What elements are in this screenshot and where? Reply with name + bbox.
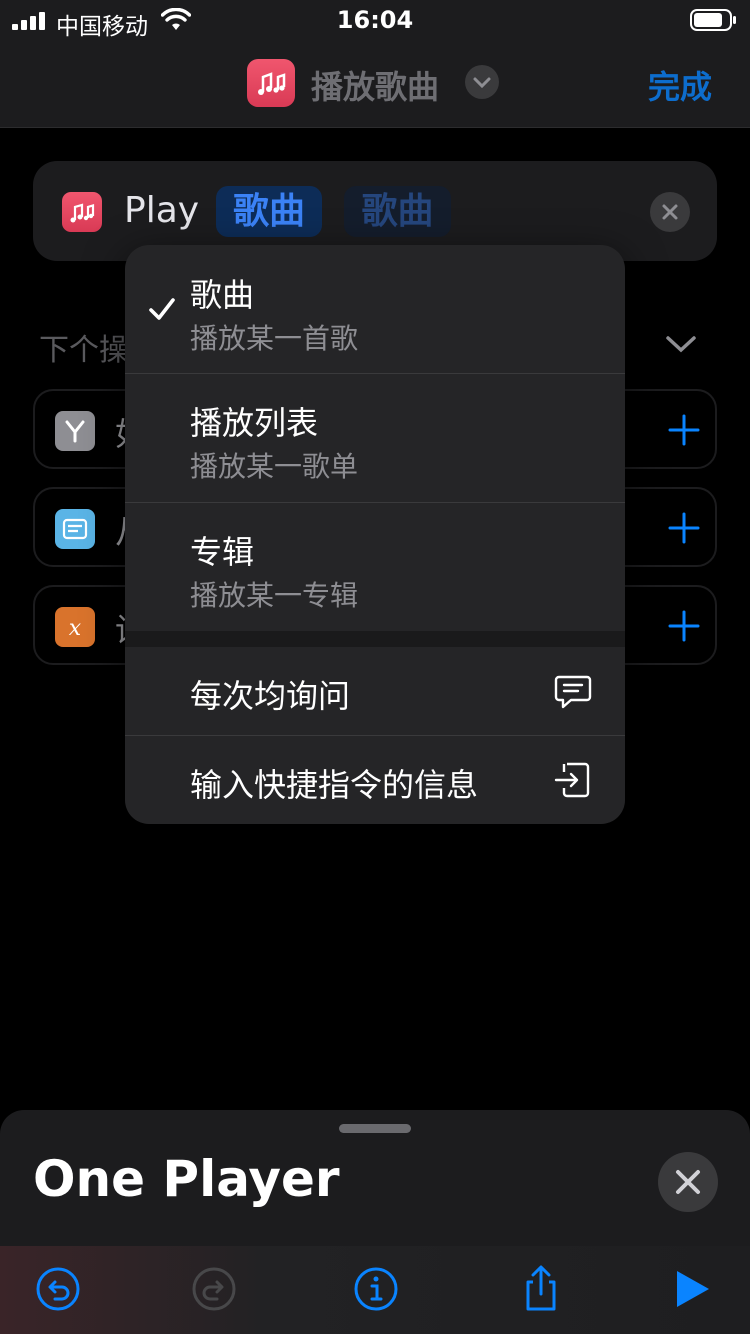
menu-card-icon xyxy=(55,509,95,549)
menu-option-subtitle: 播放某一首歌 xyxy=(190,322,359,355)
menu-option-song[interactable]: 歌曲 播放某一首歌 xyxy=(125,245,625,373)
shortcut-name[interactable]: One Player xyxy=(33,1150,340,1208)
status-bar: 中国移动 16:04 xyxy=(0,0,750,40)
nav-title[interactable]: 播放歌曲 xyxy=(311,62,439,108)
clear-button[interactable] xyxy=(650,192,690,232)
checkmark-icon xyxy=(149,298,175,320)
undo-icon[interactable] xyxy=(33,1264,83,1314)
svg-text:x: x xyxy=(69,616,82,641)
menu-option-playlist[interactable]: 播放列表 播放某一歌单 xyxy=(125,374,625,502)
song-type-token-label: 歌曲 xyxy=(232,191,305,232)
redo-icon[interactable] xyxy=(189,1264,239,1314)
nav-bar: 播放歌曲 完成 xyxy=(0,40,750,128)
chevron-down-icon[interactable] xyxy=(465,65,499,99)
add-icon[interactable] xyxy=(667,413,701,447)
menu-option-title: 播放列表 xyxy=(190,404,319,442)
menu-option-title: 专辑 xyxy=(190,533,255,571)
menu-option-album[interactable]: 专辑 播放某一专辑 xyxy=(125,503,625,631)
shortcut-editor-sheet: One Player xyxy=(0,1110,750,1334)
input-arrow-icon xyxy=(554,762,590,798)
editor-toolbar xyxy=(0,1246,750,1334)
menu-action-ask-each-time[interactable]: 每次均询问 xyxy=(125,647,625,735)
message-icon xyxy=(554,675,592,709)
done-button[interactable]: 完成 xyxy=(648,62,712,108)
song-token-label: 歌曲 xyxy=(361,191,434,232)
menu-section-gap xyxy=(125,631,625,647)
menu-option-title: 歌曲 xyxy=(190,276,255,314)
music-icon xyxy=(62,192,102,232)
next-actions-label: 下个操 xyxy=(39,333,129,368)
song-token[interactable]: 歌曲 xyxy=(344,186,451,237)
song-type-token[interactable]: 歌曲 xyxy=(216,186,322,237)
music-icon xyxy=(247,59,295,107)
close-button[interactable] xyxy=(658,1152,718,1212)
menu-action-title: 输入快捷指令的信息 xyxy=(190,766,479,804)
add-icon[interactable] xyxy=(667,511,701,545)
share-icon[interactable] xyxy=(516,1264,566,1314)
menu-action-title: 每次均询问 xyxy=(190,677,351,715)
chevron-down-icon[interactable] xyxy=(664,332,698,356)
type-picker-menu: 歌曲 播放某一首歌 播放列表 播放某一歌单 专辑 播放某一专辑 每次均询问 输入… xyxy=(125,245,625,824)
sheet-grabber[interactable] xyxy=(339,1124,411,1133)
info-icon[interactable] xyxy=(351,1264,401,1314)
add-icon[interactable] xyxy=(667,609,701,643)
status-time: 16:04 xyxy=(336,6,414,34)
action-verb: Play xyxy=(124,190,200,231)
menu-action-shortcut-input[interactable]: 输入快捷指令的信息 xyxy=(125,736,625,824)
variable-icon: x xyxy=(55,607,95,647)
play-icon[interactable] xyxy=(668,1264,718,1314)
battery-icon xyxy=(690,9,736,31)
menu-option-subtitle: 播放某一专辑 xyxy=(190,579,359,612)
menu-option-subtitle: 播放某一歌单 xyxy=(190,450,359,483)
branch-icon xyxy=(55,411,95,451)
